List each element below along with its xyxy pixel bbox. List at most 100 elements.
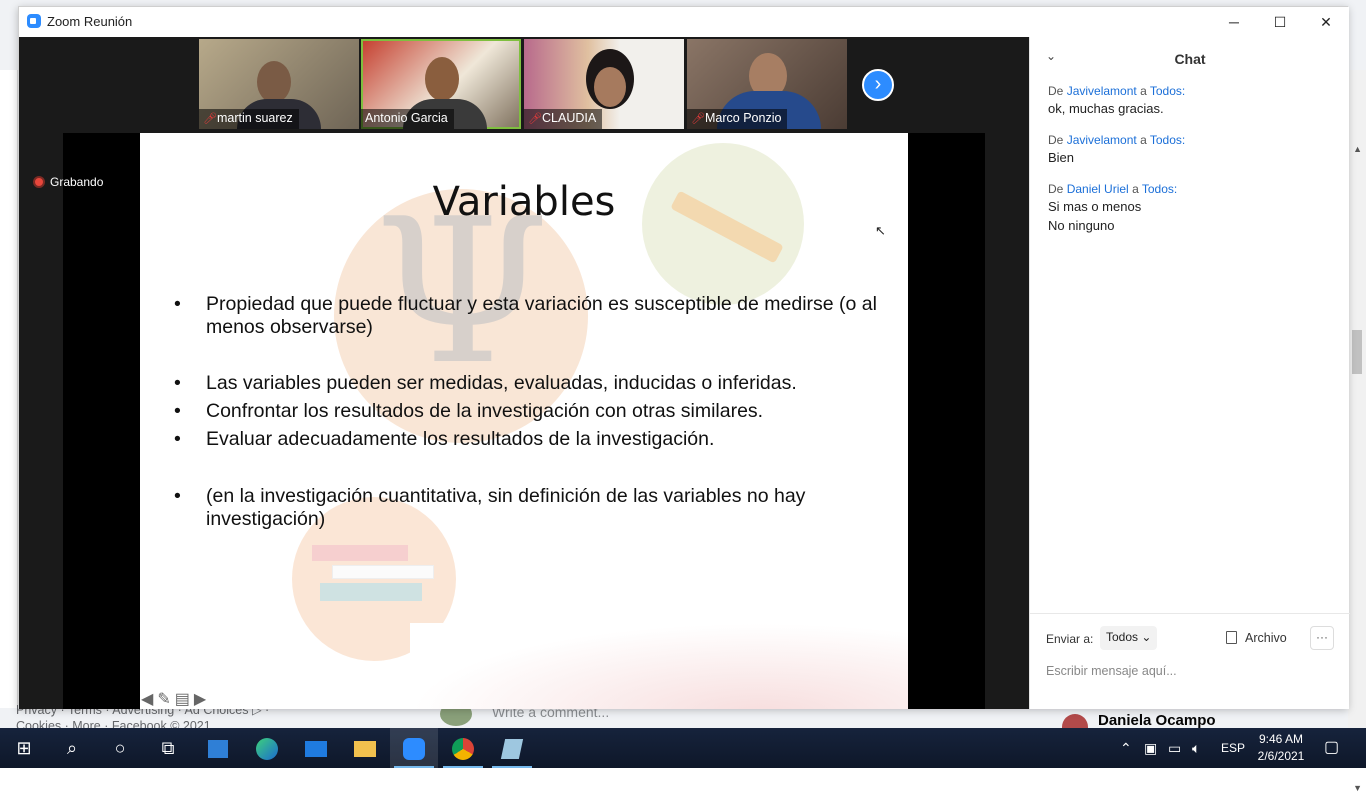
- cortana-icon[interactable]: ○: [96, 728, 144, 768]
- more-options-button[interactable]: ···: [1310, 626, 1334, 650]
- participant-name: Marco Ponzio: [705, 111, 782, 125]
- volume-icon[interactable]: 🔈︎: [1192, 728, 1200, 768]
- message-prefix: De: [1048, 182, 1064, 196]
- message-separator: a: [1132, 182, 1139, 196]
- meeting-area: 🎤︎martin suarez Antonio Garcia 🎤︎CLAUDIA…: [19, 37, 1029, 709]
- background-profile-name[interactable]: Daniela Ocampo: [1098, 712, 1216, 729]
- menu-icon[interactable]: ▤: [175, 691, 194, 708]
- message-sender[interactable]: Javivelamont: [1067, 133, 1137, 147]
- slide-bullet: (en la investigación cuantitativa, sin d…: [174, 485, 894, 531]
- previous-slide-icon[interactable]: ◀: [141, 691, 157, 708]
- language-indicator[interactable]: ESP: [1221, 728, 1245, 768]
- books-icon: [332, 565, 434, 579]
- message-separator: a: [1140, 84, 1147, 98]
- recording-label: Grabando: [50, 175, 104, 189]
- participant-video[interactable]: 🎤︎Marco Ponzio: [687, 39, 847, 129]
- scroll-down-icon[interactable]: ▼: [1353, 783, 1362, 793]
- message-recipient[interactable]: Todos:: [1142, 182, 1177, 196]
- notifications-icon[interactable]: ▢: [1324, 728, 1339, 768]
- message-text: No ninguno: [1048, 218, 1115, 233]
- title-bar: Zoom Reunión ─ ☐ ✕: [19, 7, 1349, 37]
- participant-video[interactable]: 🎤︎CLAUDIA: [524, 39, 684, 129]
- chat-message-header: De Daniel Uriel a Todos:: [1048, 181, 1338, 197]
- recording-indicator[interactable]: Grabando: [33, 175, 103, 189]
- participant-name-label: 🎤︎CLAUDIA: [524, 109, 603, 129]
- message-sender[interactable]: Daniel Uriel: [1067, 182, 1129, 196]
- mail-icon[interactable]: [292, 728, 340, 768]
- participant-name: martin suarez: [217, 111, 293, 125]
- participant-name-label: Antonio Garcia: [361, 109, 454, 129]
- clock-date: 2/6/2021: [1257, 749, 1305, 763]
- mouse-cursor-icon: ↖: [875, 223, 886, 238]
- chevron-down-icon: ⌄: [1141, 630, 1152, 644]
- task-view-icon[interactable]: ⧉: [144, 728, 192, 768]
- chat-message-header: De Javivelamont a Todos:: [1048, 83, 1338, 99]
- chat-message-header: De Javivelamont a Todos:: [1048, 132, 1338, 148]
- send-to-dropdown[interactable]: Todos ⌄: [1100, 626, 1158, 650]
- message-text: Bien: [1048, 150, 1075, 165]
- notes-app-icon[interactable]: [488, 728, 536, 768]
- zoom-window: Zoom Reunión ─ ☐ ✕ 🎤︎martin suarez Anton…: [18, 6, 1350, 709]
- chevron-right-icon: ›: [874, 73, 882, 95]
- file-label: Archivo: [1245, 631, 1287, 645]
- participant-name: Antonio Garcia: [365, 111, 448, 125]
- window-title: Zoom Reunión: [47, 14, 133, 29]
- message-recipient[interactable]: Todos:: [1150, 133, 1185, 147]
- message-text: Si mas o menos: [1048, 199, 1142, 214]
- edge-icon[interactable]: [243, 728, 291, 768]
- scroll-thumb[interactable]: [1352, 330, 1362, 374]
- file-button[interactable]: Archivo: [1226, 631, 1287, 645]
- meet-now-icon[interactable]: ▣: [1144, 728, 1157, 768]
- participant-face: [425, 57, 459, 101]
- message-recipient[interactable]: Todos:: [1150, 84, 1185, 98]
- clock-time: 9:46 AM: [1258, 732, 1304, 746]
- message-separator: a: [1140, 133, 1147, 147]
- slide-title: Variables: [432, 179, 616, 225]
- chat-compose-area: Enviar a: Todos ⌄ Archivo ··· Escribir m…: [1030, 613, 1350, 709]
- participant-face: [594, 67, 626, 107]
- next-participants-button[interactable]: ›: [862, 69, 894, 101]
- participant-video[interactable]: 🎤︎martin suarez: [199, 39, 359, 129]
- windows-start-icon[interactable]: ⊞: [0, 728, 48, 768]
- pen-icon[interactable]: ✎: [157, 691, 174, 708]
- zoom-logo-icon: [27, 14, 41, 28]
- muted-mic-icon: 🎤︎: [691, 113, 705, 125]
- system-clock[interactable]: 9:46 AM 2/6/2021: [1250, 731, 1312, 765]
- message-text: ok, muchas gracias.: [1048, 101, 1164, 116]
- shared-slide: Ψ Variables Propiedad que puede fluctuar…: [140, 133, 908, 709]
- next-slide-icon[interactable]: ▶: [194, 691, 210, 708]
- send-to-value: Todos: [1106, 630, 1139, 644]
- slide-bullet: Confrontar los resultados de la investig…: [174, 400, 894, 423]
- chat-message-input[interactable]: Escribir mensaje aquí...: [1046, 664, 1334, 678]
- chat-title: Chat: [1174, 51, 1206, 67]
- close-button[interactable]: ✕: [1303, 7, 1349, 37]
- minimize-button[interactable]: ─: [1211, 7, 1257, 37]
- background-scrollbar[interactable]: ▲ ▼: [1348, 70, 1366, 793]
- slide-bullet: Las variables pueden ser medidas, evalua…: [174, 372, 894, 395]
- battery-icon[interactable]: ▭: [1168, 728, 1181, 768]
- muted-mic-icon: 🎤︎: [203, 113, 217, 125]
- show-hidden-icons-icon[interactable]: ⌃: [1120, 728, 1132, 768]
- store-icon[interactable]: [194, 728, 242, 768]
- chat-message: De Javivelamont a Todos: ok, muchas grac…: [1048, 83, 1338, 118]
- chrome-icon[interactable]: [439, 728, 487, 768]
- maximize-button[interactable]: ☐: [1257, 7, 1303, 37]
- background-left-strip: [0, 70, 18, 708]
- participant-video[interactable]: Antonio Garcia: [361, 39, 521, 129]
- participant-name-label: 🎤︎Marco Ponzio: [687, 109, 788, 129]
- books-icon: [312, 545, 408, 561]
- books-icon: [320, 583, 422, 601]
- slide-bullet: Propiedad que puede fluctuar y esta vari…: [174, 293, 894, 339]
- slide-bullet: Evaluar adecuadamente los resultados de …: [174, 428, 894, 451]
- search-icon[interactable]: ⌕: [48, 728, 96, 768]
- message-sender[interactable]: Javivelamont: [1067, 84, 1137, 98]
- send-to-label: Enviar a:: [1046, 632, 1094, 646]
- scroll-up-icon[interactable]: ▲: [1353, 144, 1362, 154]
- slide-navigation: ◀✎▤▶: [141, 689, 210, 709]
- chat-message: De Daniel Uriel a Todos: Si mas o menos …: [1048, 181, 1338, 235]
- zoom-taskbar-icon[interactable]: [390, 728, 438, 768]
- taskbar: ⊞ ⌕ ○ ⧉ ⌃ ▣ ▭ 🔈︎ ESP 9:46 AM 2/6/2021 ▢: [0, 728, 1366, 768]
- participant-name-label: 🎤︎martin suarez: [199, 109, 299, 129]
- open-book-decoration: [410, 623, 908, 709]
- file-explorer-icon[interactable]: [341, 728, 389, 768]
